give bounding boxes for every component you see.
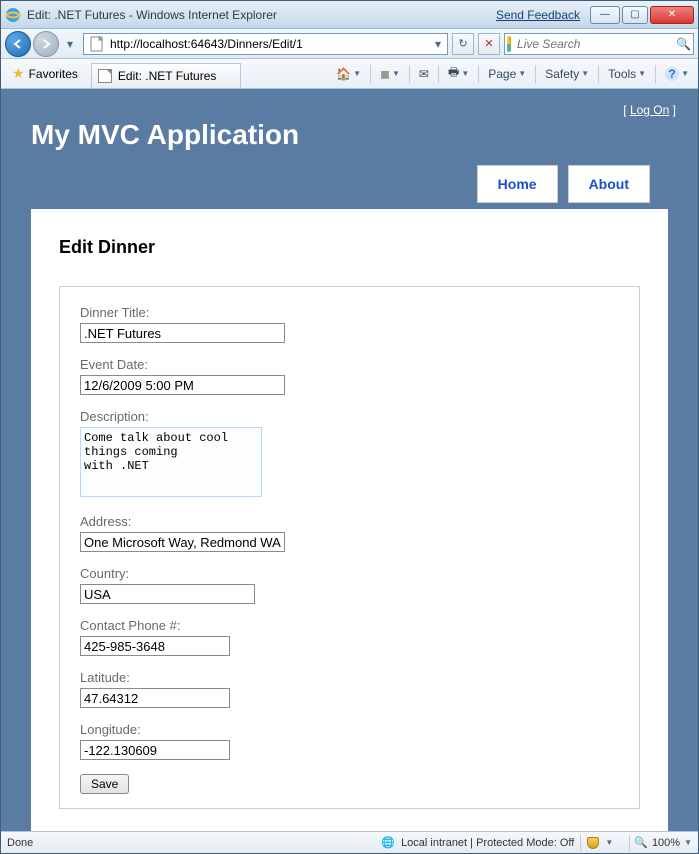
site-nav: Home About — [31, 165, 676, 203]
zone-dropdown[interactable]: ▼ — [605, 838, 613, 847]
titlebar: Edit: .NET Futures - Windows Internet Ex… — [1, 1, 698, 29]
address-input[interactable] — [80, 532, 285, 552]
longitude-label: Longitude: — [80, 722, 619, 737]
logon-bracket-right: ] — [673, 103, 676, 117]
url-input[interactable] — [108, 35, 431, 53]
tab-title: Edit: .NET Futures — [118, 69, 216, 83]
page-menu[interactable]: Page▼ — [483, 64, 531, 84]
favorites-label: Favorites — [29, 67, 78, 81]
close-button[interactable]: ✕ — [650, 6, 694, 24]
page-menu-label: Page — [488, 67, 516, 81]
read-mail-button[interactable]: ✉ — [414, 64, 434, 84]
arrow-left-icon — [12, 38, 24, 50]
window-buttons: — ▢ ✕ — [590, 6, 694, 24]
phone-input[interactable] — [80, 636, 230, 656]
help-icon: ? — [665, 67, 679, 81]
tools-menu[interactable]: Tools▼ — [603, 64, 651, 84]
help-button[interactable]: ?▼ — [660, 64, 694, 84]
site-root: [ Log On ] My MVC Application Home About… — [7, 91, 692, 831]
home-icon: 🏠 — [336, 67, 351, 81]
browser-tab[interactable]: Edit: .NET Futures — [91, 63, 241, 88]
live-search-icon — [507, 36, 511, 52]
navigation-bar: ▾ ▾ ↻ ✕ 🔍 — [1, 29, 698, 59]
status-bar: Done 🌐 Local intranet | Protected Mode: … — [1, 831, 698, 853]
latitude-input[interactable] — [80, 688, 230, 708]
address-dropdown[interactable]: ▾ — [431, 37, 445, 51]
arrow-right-icon — [40, 38, 52, 50]
edit-form: Dinner Title: Event Date: Description: C… — [59, 286, 640, 809]
zoom-level[interactable]: 100% — [652, 837, 680, 849]
recent-pages-dropdown[interactable]: ▾ — [67, 37, 79, 51]
phone-label: Contact Phone #: — [80, 618, 619, 633]
refresh-icon: ↻ — [458, 37, 467, 50]
stop-button[interactable]: ✕ — [478, 33, 500, 55]
internet-zone-icon: 🌐 — [381, 836, 395, 849]
mail-icon: ✉ — [419, 67, 429, 81]
description-textarea[interactable]: Come talk about cool things coming with … — [80, 427, 262, 497]
print-button[interactable]: 🖶▼ — [443, 60, 474, 87]
country-input[interactable] — [80, 584, 255, 604]
page-icon — [89, 36, 105, 52]
zoom-dropdown[interactable]: ▼ — [684, 838, 692, 847]
maximize-button[interactable]: ▢ — [622, 6, 648, 24]
browser-viewport: [ Log On ] My MVC Application Home About… — [1, 89, 698, 831]
tools-menu-label: Tools — [608, 67, 636, 81]
event-date-input[interactable] — [80, 375, 285, 395]
search-input[interactable] — [515, 36, 676, 52]
description-label: Description: — [80, 409, 619, 424]
dinner-title-label: Dinner Title: — [80, 305, 619, 320]
event-date-label: Event Date: — [80, 357, 619, 372]
latitude-label: Latitude: — [80, 670, 619, 685]
nav-home[interactable]: Home — [477, 165, 558, 203]
page-heading: Edit Dinner — [59, 237, 640, 258]
status-text: Done — [7, 837, 33, 849]
stop-icon: ✕ — [484, 37, 493, 50]
safety-menu-label: Safety — [545, 67, 579, 81]
dinner-title-input[interactable] — [80, 323, 285, 343]
safety-menu[interactable]: Safety▼ — [540, 64, 594, 84]
site-title: My MVC Application — [31, 119, 676, 151]
forward-button[interactable] — [33, 31, 59, 57]
window-title: Edit: .NET Futures - Windows Internet Ex… — [27, 8, 277, 22]
back-button[interactable] — [5, 31, 31, 57]
save-button[interactable]: Save — [80, 774, 129, 794]
ie-window: Edit: .NET Futures - Windows Internet Ex… — [0, 0, 699, 854]
logon-link[interactable]: Log On — [630, 103, 669, 117]
favorites-button[interactable]: ★ Favorites — [5, 62, 85, 85]
nav-about[interactable]: About — [568, 165, 650, 203]
minimize-button[interactable]: — — [590, 6, 620, 24]
rss-icon: ◼ — [380, 67, 390, 81]
refresh-button[interactable]: ↻ — [452, 33, 474, 55]
feeds-button[interactable]: ◼▼ — [375, 64, 405, 84]
content-area: Edit Dinner Dinner Title: Event Date: De… — [31, 209, 668, 831]
logon-bracket-left: [ — [623, 103, 626, 117]
zone-text: Local intranet | Protected Mode: Off — [401, 837, 574, 849]
home-button[interactable]: 🏠▼ — [331, 64, 366, 84]
tab-page-icon — [98, 69, 112, 83]
star-icon: ★ — [12, 65, 25, 82]
logon-area: [ Log On ] — [31, 103, 676, 117]
send-feedback-link[interactable]: Send Feedback — [496, 8, 580, 22]
zoom-icon[interactable]: 🔍 — [634, 836, 648, 849]
command-bar: ★ Favorites Edit: .NET Futures 🏠▼ ◼▼ ✉ 🖶… — [1, 59, 698, 89]
print-icon: 🖶 — [448, 63, 459, 84]
search-button[interactable]: 🔍 — [676, 37, 691, 51]
address-bar[interactable]: ▾ — [83, 33, 448, 55]
site-header: [ Log On ] My MVC Application Home About — [7, 91, 692, 203]
ie-icon — [5, 7, 21, 23]
country-label: Country: — [80, 566, 619, 581]
longitude-input[interactable] — [80, 740, 230, 760]
protected-mode-icon — [587, 837, 599, 849]
address-label: Address: — [80, 514, 619, 529]
search-box[interactable]: 🔍 — [504, 33, 694, 55]
